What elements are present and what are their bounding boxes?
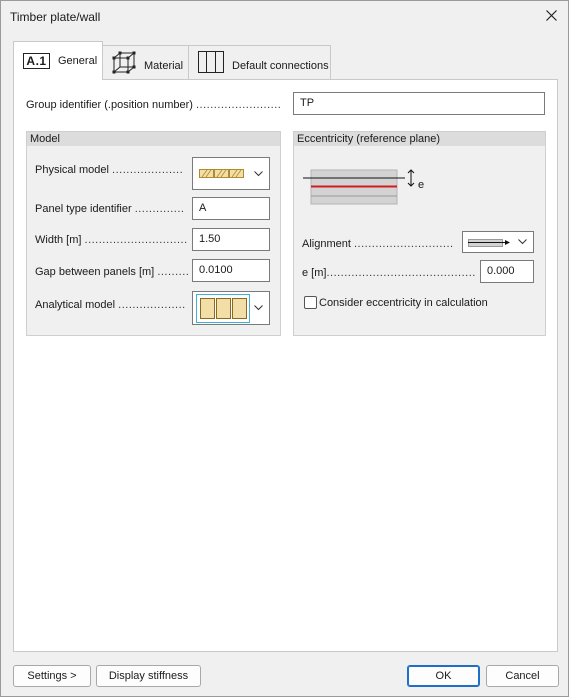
eccentricity-diagram	[303, 169, 415, 205]
consider-eccentricity-label: Consider eccentricity in calculation	[319, 297, 488, 309]
tab-default-connections-label: Default connections	[232, 60, 329, 72]
e-input[interactable]: 0.000	[480, 260, 534, 283]
a1-icon: A.1	[23, 53, 50, 69]
ok-button[interactable]: OK	[407, 665, 480, 687]
connections-icon	[198, 51, 224, 73]
general-panel: Group identifier (.position number) ....…	[13, 79, 558, 652]
timber-panels-icon	[199, 169, 244, 178]
panel-type-label: Panel type identifier ..............	[35, 203, 185, 215]
tab-general-label: General	[58, 55, 98, 67]
group-identifier-input[interactable]: TP	[293, 92, 545, 115]
alignment-dropdown[interactable]	[462, 231, 534, 253]
physical-model-label: Physical model ....................	[35, 164, 184, 176]
title-bar: Timber plate/wall	[1, 1, 568, 32]
width-input[interactable]: 1.50	[192, 228, 270, 251]
consider-eccentricity-checkbox[interactable]	[304, 296, 317, 309]
tab-material-label: Material	[144, 60, 184, 72]
analytical-model-label: Analytical model ...................	[35, 299, 186, 311]
panel-type-input[interactable]: A	[192, 197, 270, 220]
close-button[interactable]	[536, 1, 568, 31]
close-icon	[546, 10, 557, 21]
alignment-top-icon	[468, 239, 510, 247]
e-label: e [m]...................................…	[302, 267, 476, 279]
material-cube-icon	[112, 51, 136, 74]
chevron-down-icon	[254, 170, 263, 176]
eccentricity-diagram-e-label: e	[418, 179, 425, 191]
tab-general[interactable]: A.1 General	[13, 41, 103, 80]
group-identifier-label: Group identifier (.position number) ....…	[26, 99, 282, 111]
physical-model-dropdown[interactable]	[192, 157, 270, 190]
width-label: Width [m] .............................	[35, 234, 188, 246]
alignment-label: Alignment ............................	[302, 238, 454, 250]
eccentricity-group: Eccentricity (reference plane) e Alignme…	[293, 131, 546, 336]
analytical-panels-icon	[196, 294, 250, 323]
display-stiffness-button[interactable]: Display stiffness	[96, 665, 201, 687]
model-group-title: Model	[30, 133, 60, 145]
window-title: Timber plate/wall	[10, 10, 101, 24]
timber-plate-wall-dialog: Timber plate/wall A.1 General Material D…	[0, 0, 569, 697]
model-group: Model Physical model ...................…	[26, 131, 281, 336]
eccentricity-group-title: Eccentricity (reference plane)	[297, 133, 441, 145]
tab-default-connections[interactable]: Default connections	[188, 45, 331, 79]
chevron-down-icon	[254, 305, 263, 311]
settings-button[interactable]: Settings >	[13, 665, 91, 687]
gap-label: Gap between panels [m] .........	[35, 266, 190, 278]
analytical-model-dropdown[interactable]	[192, 291, 270, 325]
gap-input[interactable]: 0.0100	[192, 259, 270, 282]
tab-material[interactable]: Material	[102, 45, 189, 79]
cancel-button[interactable]: Cancel	[486, 665, 559, 687]
chevron-down-icon	[518, 239, 527, 245]
